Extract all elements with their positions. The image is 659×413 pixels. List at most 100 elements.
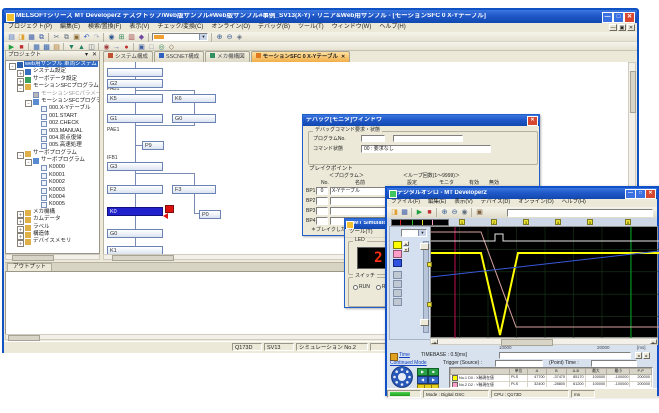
sfc-step[interactable]: F2 bbox=[107, 185, 163, 194]
channel-swatch-pink[interactable] bbox=[393, 250, 402, 258]
sfc-step[interactable]: G0 bbox=[172, 114, 216, 123]
menu-item[interactable]: チェック/変換(C) bbox=[153, 23, 207, 31]
cursor-right-button[interactable]: ▶ bbox=[428, 376, 439, 384]
time-scroll-right-icon[interactable]: ▸ bbox=[643, 352, 650, 359]
menu-item[interactable]: オンライン(O) bbox=[514, 199, 557, 207]
plot-edge-marker-1[interactable] bbox=[427, 262, 432, 267]
cursor-left-button[interactable]: ◀ bbox=[417, 376, 428, 384]
menu-item[interactable]: 検索/置換(F) bbox=[84, 23, 125, 31]
waveform-flag-marker[interactable]: 4 bbox=[555, 219, 561, 225]
new-icon[interactable]: ▤ bbox=[7, 33, 16, 42]
osc-slider-handle-1[interactable] bbox=[420, 243, 429, 250]
channel-swatch-yellow[interactable] bbox=[393, 241, 402, 249]
project-tree-hscrollbar[interactable] bbox=[5, 254, 100, 260]
open-icon[interactable]: ◨ bbox=[17, 33, 26, 42]
channel-spin-up[interactable]: ▲ bbox=[403, 241, 409, 246]
save-icon[interactable]: ▦ bbox=[27, 33, 36, 42]
menu-item[interactable]: 編集(E) bbox=[424, 199, 450, 207]
zoom-in-icon[interactable]: ⊕ bbox=[215, 33, 224, 42]
start-icon[interactable]: ▶ bbox=[415, 208, 424, 217]
open-icon[interactable]: ◨ bbox=[390, 208, 399, 217]
trigger-source-field[interactable] bbox=[495, 360, 543, 367]
channel-swatch-blue[interactable] bbox=[393, 259, 402, 267]
cursor-icon[interactable]: ◉ bbox=[460, 208, 469, 217]
mdi-close-button[interactable]: ✕ bbox=[627, 24, 635, 31]
channel-spin-down[interactable]: ▼ bbox=[403, 247, 409, 252]
convert-icon[interactable]: ▥ bbox=[127, 33, 136, 42]
time-scroll-left-icon[interactable]: ◂ bbox=[635, 352, 642, 359]
probe-row[interactable]: No.1 D0 : X軸現在値PLS47700-3747085170100000… bbox=[451, 375, 652, 382]
sfc-step[interactable]: G1 bbox=[107, 114, 163, 123]
program-no-field-2[interactable] bbox=[393, 135, 463, 142]
maximize-button[interactable]: □ bbox=[613, 12, 624, 23]
simulator-menu-tool[interactable]: ツール(T) bbox=[345, 229, 377, 237]
osc-run-button[interactable]: ▶ bbox=[417, 368, 428, 376]
paste-icon[interactable]: ▣ bbox=[72, 33, 81, 42]
sfc-step[interactable]: P0 bbox=[199, 210, 221, 219]
sfc-step[interactable]: F3 bbox=[172, 185, 216, 194]
osc-slider-handle-2[interactable] bbox=[420, 319, 429, 326]
save-all-icon[interactable]: ⧉ bbox=[37, 33, 46, 42]
menu-item[interactable]: ヘルプ(H) bbox=[375, 23, 409, 31]
tree-item[interactable]: ＋カムデータ bbox=[7, 217, 98, 224]
sfc-step[interactable] bbox=[107, 68, 163, 77]
menu-item[interactable]: 表示(V) bbox=[125, 23, 153, 31]
copy-icon[interactable]: ⧉ bbox=[62, 33, 71, 42]
menu-item[interactable]: オンライン(O) bbox=[207, 23, 254, 31]
tree-expander-icon[interactable]: ＋ bbox=[17, 240, 24, 247]
osc-close-button[interactable]: ✕ bbox=[645, 189, 656, 199]
mdi-minimize-button[interactable]: ― bbox=[609, 24, 617, 31]
zoom-out-icon[interactable]: ⊖ bbox=[450, 208, 459, 217]
zoom-out-icon[interactable]: ⊖ bbox=[225, 33, 234, 42]
channel-swatch-gray-4[interactable] bbox=[393, 298, 402, 306]
mdi-restore-button[interactable]: ▣ bbox=[618, 24, 626, 31]
osc-scale-combo[interactable]: ▼ bbox=[401, 229, 427, 237]
point-time-field[interactable] bbox=[591, 360, 637, 367]
cut-icon[interactable]: ✂ bbox=[52, 33, 61, 42]
waveform-plot[interactable] bbox=[430, 226, 658, 338]
switch-option[interactable]: RUN bbox=[353, 285, 370, 291]
sfc-step[interactable]: K1 bbox=[107, 246, 163, 254]
menu-item[interactable]: ウィンドウ(W) bbox=[328, 23, 376, 31]
tab-close-icon[interactable]: ✕ bbox=[341, 54, 345, 60]
waveform-flag-marker[interactable]: 1 bbox=[459, 219, 465, 225]
tree-item[interactable]: ＋デバイスメモリ bbox=[7, 239, 98, 246]
menu-item[interactable]: デバイス(D) bbox=[477, 199, 514, 207]
channel-swatch-gray-2[interactable] bbox=[393, 280, 402, 288]
menu-item[interactable]: 表示(V) bbox=[450, 199, 476, 207]
channel-swatch-gray-3[interactable] bbox=[393, 289, 402, 297]
panel-close-icon[interactable]: ✕ bbox=[92, 52, 97, 58]
bp-no-field[interactable]: 0 bbox=[316, 187, 328, 195]
toolbar-combo[interactable]: ▼ bbox=[152, 33, 208, 41]
tree-item[interactable]: ＋ラベル bbox=[7, 225, 98, 232]
redo-icon[interactable]: ↷ bbox=[92, 33, 101, 42]
sfc-step[interactable]: G2 bbox=[107, 79, 163, 88]
pan-icon[interactable]: ◈ bbox=[235, 33, 244, 42]
waveform-flag-marker[interactable]: 6 bbox=[625, 219, 631, 225]
menu-item[interactable]: プロジェクト(P) bbox=[4, 23, 56, 31]
bp-no-field[interactable] bbox=[316, 197, 328, 205]
minimize-button[interactable]: ― bbox=[602, 12, 613, 23]
waveform-flag-marker[interactable]: 5 bbox=[587, 219, 593, 225]
sfc-step[interactable]: P9 bbox=[142, 141, 164, 150]
jog-dial[interactable] bbox=[391, 366, 413, 388]
dialog-close-icon[interactable]: ✕ bbox=[527, 116, 538, 126]
chevron-down-icon[interactable]: ▼ bbox=[199, 34, 207, 40]
setup-icon[interactable]: ▣ bbox=[475, 208, 484, 217]
sfc-step[interactable]: G3 bbox=[107, 162, 163, 171]
channel-swatch-gray-1[interactable] bbox=[393, 271, 402, 279]
time-field[interactable] bbox=[499, 352, 631, 359]
sfc-step[interactable]: G0 bbox=[107, 229, 163, 238]
menu-item[interactable]: ヘルプ(H) bbox=[558, 199, 590, 207]
plot-hscrollbar[interactable]: ◂ ▸ bbox=[430, 338, 658, 345]
monitor-icon[interactable]: ◆ bbox=[137, 33, 146, 42]
stop-icon[interactable]: ■ bbox=[425, 208, 434, 217]
menu-item[interactable]: ツール(T) bbox=[294, 23, 328, 31]
scroll-right-icon[interactable]: ▸ bbox=[650, 339, 657, 344]
zoom-in-icon[interactable]: ⊕ bbox=[440, 208, 449, 217]
menu-item[interactable]: ファイル(F) bbox=[387, 199, 424, 207]
check-icon[interactable]: ⊞ bbox=[117, 33, 126, 42]
save-icon[interactable]: ▦ bbox=[400, 208, 409, 217]
menu-item[interactable]: デバッグ(B) bbox=[254, 23, 294, 31]
program-no-field-1[interactable] bbox=[361, 135, 385, 142]
